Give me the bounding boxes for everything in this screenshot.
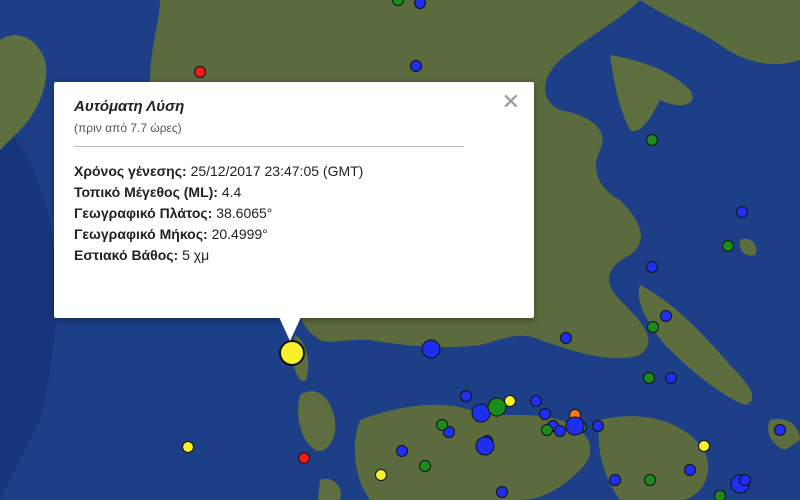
info-popup: ✕ Αυτόματη Λύση (πριν από 7.7 ώρες) Χρόν… xyxy=(54,82,534,318)
earthquake-marker[interactable] xyxy=(496,486,508,498)
earthquake-marker[interactable] xyxy=(475,436,495,456)
earthquake-marker[interactable] xyxy=(194,66,206,78)
field-value: 38.6065° xyxy=(216,205,273,221)
earthquake-marker[interactable] xyxy=(774,424,786,436)
earthquake-marker[interactable] xyxy=(410,60,422,72)
earthquake-marker[interactable] xyxy=(541,424,553,436)
earthquake-marker[interactable] xyxy=(414,0,426,9)
field-value: 20.4999° xyxy=(211,226,268,242)
popup-divider xyxy=(74,146,464,147)
earthquake-marker[interactable] xyxy=(660,310,672,322)
earthquake-marker[interactable] xyxy=(644,474,656,486)
earthquake-marker[interactable] xyxy=(298,452,310,464)
field-label: Γεωγραφικό Πλάτος: xyxy=(74,205,213,221)
earthquake-marker[interactable] xyxy=(436,419,448,431)
earthquake-marker[interactable] xyxy=(560,332,572,344)
origin-time-row: Χρόνος γένεσης: 25/12/2017 23:47:05 (GMT… xyxy=(74,161,514,182)
earthquake-marker[interactable] xyxy=(646,134,658,146)
earthquake-marker[interactable] xyxy=(421,339,441,359)
field-label: Χρόνος γένεσης: xyxy=(74,163,187,179)
close-icon[interactable]: ✕ xyxy=(502,92,520,114)
field-label: Τοπικό Μέγεθος (ML): xyxy=(74,184,218,200)
earthquake-marker[interactable] xyxy=(487,397,507,417)
field-value: 5 χμ xyxy=(182,247,210,263)
popup-subtitle: (πριν από 7.7 ώρες) xyxy=(74,121,182,135)
earthquake-marker[interactable] xyxy=(698,440,710,452)
earthquake-marker[interactable] xyxy=(665,372,677,384)
field-value: 25/12/2017 23:47:05 (GMT) xyxy=(190,163,364,179)
earthquake-marker[interactable] xyxy=(609,474,621,486)
land-peloponnese xyxy=(354,404,591,500)
field-value: 4.4 xyxy=(221,184,242,200)
earthquake-marker[interactable] xyxy=(647,321,659,333)
earthquake-marker[interactable] xyxy=(684,464,696,476)
earthquake-marker[interactable] xyxy=(530,395,542,407)
earthquake-marker[interactable] xyxy=(646,261,658,273)
earthquake-marker[interactable] xyxy=(471,403,491,423)
earthquake-marker[interactable] xyxy=(736,206,748,218)
earthquake-marker[interactable] xyxy=(396,445,408,457)
earthquake-marker[interactable] xyxy=(375,469,387,481)
selected-earthquake-marker[interactable] xyxy=(279,340,305,366)
longitude-row: Γεωγραφικό Μήκος: 20.4999° xyxy=(74,224,514,245)
magnitude-row: Τοπικό Μέγεθος (ML): 4.4 xyxy=(74,182,514,203)
earthquake-marker[interactable] xyxy=(539,408,551,420)
earthquake-marker[interactable] xyxy=(565,416,585,436)
earthquake-marker[interactable] xyxy=(592,420,604,432)
earthquake-marker[interactable] xyxy=(419,460,431,472)
earthquake-marker[interactable] xyxy=(643,372,655,384)
popup-title: Αυτόματη Λύση xyxy=(74,98,185,115)
field-label: Εστιακό Βάθος: xyxy=(74,247,179,263)
popup-pointer xyxy=(279,317,301,341)
earthquake-marker[interactable] xyxy=(554,425,566,437)
depth-row: Εστιακό Βάθος: 5 χμ xyxy=(74,245,514,266)
field-label: Γεωγραφικό Μήκος: xyxy=(74,226,208,242)
earthquake-marker[interactable] xyxy=(460,390,472,402)
earthquake-marker[interactable] xyxy=(739,474,751,486)
earthquake-marker[interactable] xyxy=(714,490,726,500)
earthquake-marker[interactable] xyxy=(182,441,194,453)
latitude-row: Γεωγραφικό Πλάτος: 38.6065° xyxy=(74,203,514,224)
earthquake-marker[interactable] xyxy=(722,240,734,252)
